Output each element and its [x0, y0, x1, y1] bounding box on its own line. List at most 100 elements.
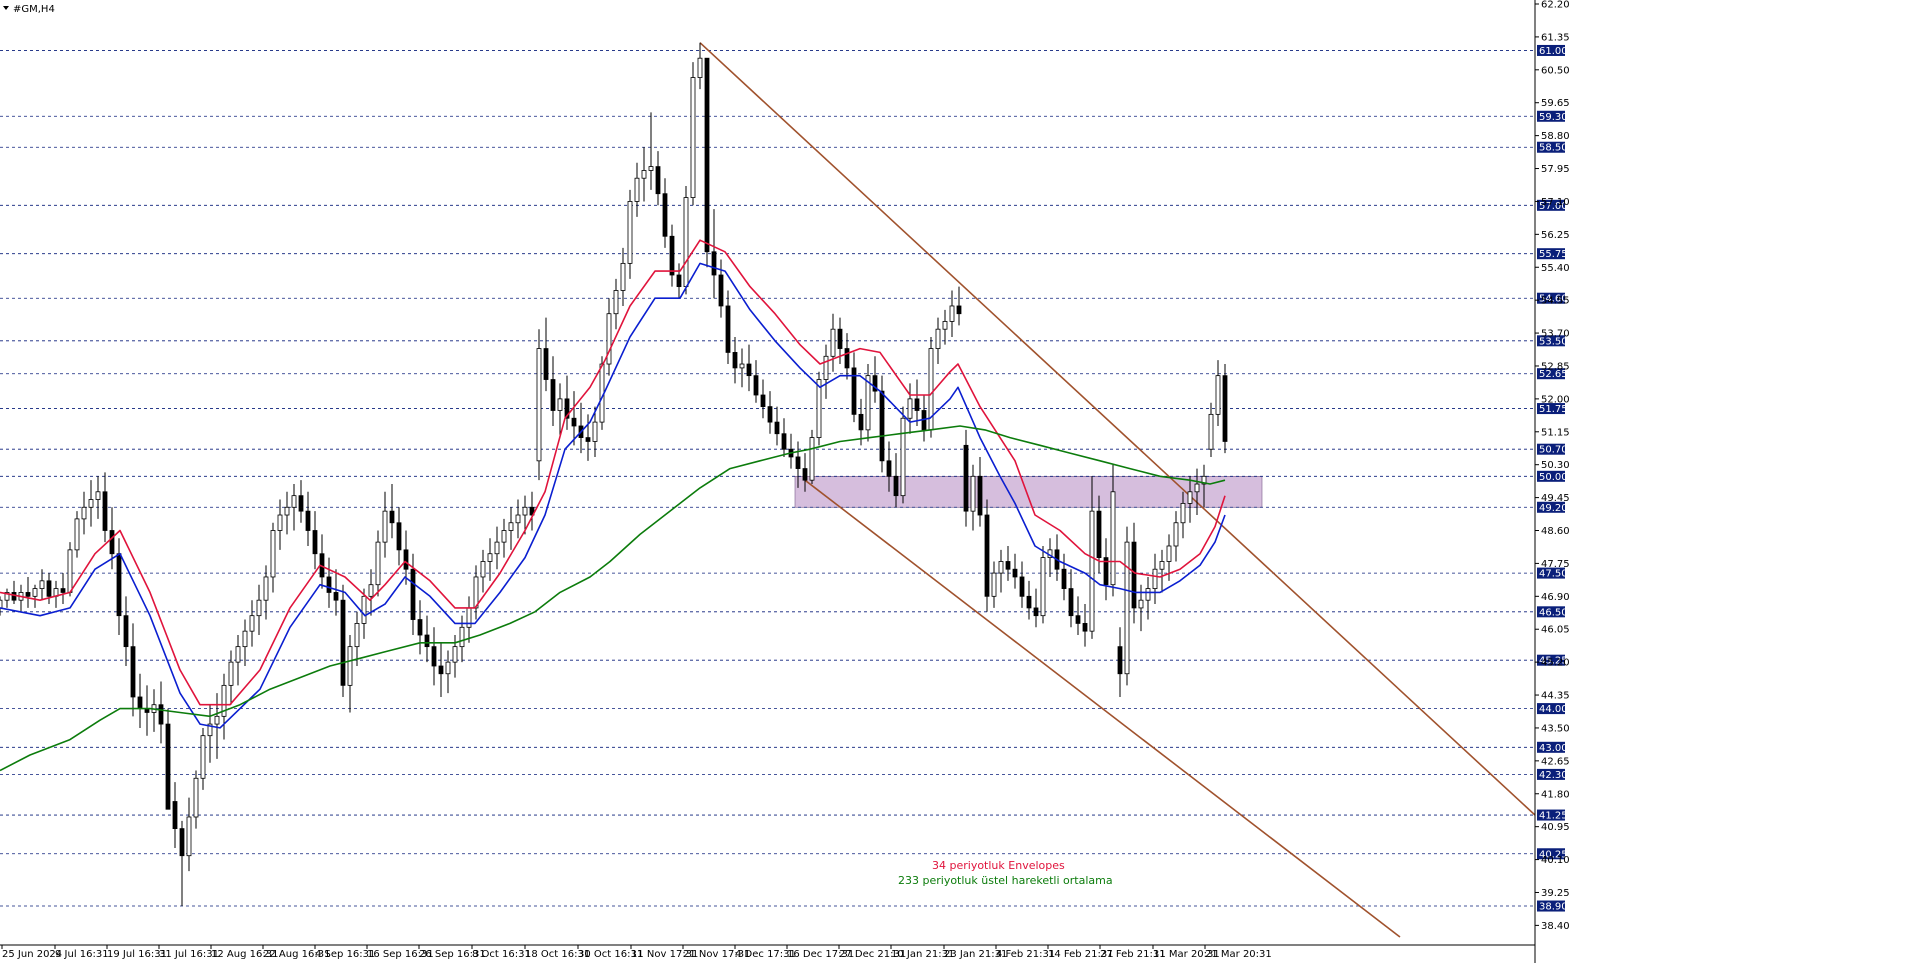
- candle-body: [11, 592, 17, 601]
- y-tick-label: 52.85: [1541, 361, 1570, 372]
- candle-body: [480, 561, 486, 578]
- y-tick-label: 60.50: [1541, 65, 1570, 76]
- dropdown-triangle-icon[interactable]: [3, 6, 9, 10]
- candle-body: [501, 530, 507, 543]
- candle-body: [466, 607, 472, 628]
- candle-body: [683, 197, 689, 288]
- candle-body: [508, 522, 514, 531]
- candle-body: [935, 328, 941, 349]
- chart-title: #GM,H4: [13, 4, 55, 15]
- candle-body: [326, 576, 332, 593]
- candle-body: [270, 530, 276, 578]
- candle-body: [620, 262, 626, 291]
- candle-body: [382, 510, 388, 543]
- candle-body: [305, 510, 311, 531]
- candle-body: [186, 816, 192, 857]
- candle-body: [25, 592, 31, 597]
- candle-body: [907, 398, 913, 419]
- candle-body: [431, 646, 437, 667]
- candle-body: [781, 433, 787, 450]
- envelope-upper-line: [0, 239, 1226, 706]
- candle-body: [158, 704, 164, 725]
- candle-body: [739, 363, 745, 369]
- candle-body: [858, 413, 864, 431]
- candle-body: [396, 522, 402, 551]
- candle-body: [837, 328, 843, 349]
- candle-body: [746, 363, 752, 377]
- y-tick-label: 38.40: [1541, 921, 1570, 932]
- annotation-ema: 233 periyotluk üstel hareketli ortalama: [898, 874, 1113, 887]
- candle-body: [1180, 503, 1186, 524]
- x-tick-label: 19 Jul 16:31: [107, 949, 167, 960]
- candles-layer: [0, 42, 1228, 907]
- candle-body: [284, 506, 290, 516]
- candle-body: [697, 57, 703, 78]
- candle-body: [655, 166, 661, 195]
- y-tick-label: 51.15: [1541, 427, 1570, 438]
- candle-body: [732, 352, 738, 369]
- candle-body: [165, 723, 171, 810]
- y-tick-label: 62.20: [1541, 0, 1570, 11]
- y-tick-label: 49.45: [1541, 493, 1570, 504]
- candle-body: [74, 518, 80, 551]
- y-tick-label: 42.65: [1541, 756, 1570, 767]
- title-block: #GM,H4: [3, 4, 55, 15]
- candle-body: [648, 166, 654, 171]
- candle-body: [613, 290, 619, 315]
- candle-body: [893, 475, 899, 497]
- y-tick-label: 58.80: [1541, 131, 1570, 142]
- candle-body: [102, 491, 108, 531]
- candle-body: [60, 588, 66, 593]
- y-tick-label: 53.70: [1541, 329, 1570, 340]
- candle-body: [767, 406, 773, 423]
- candle-body: [375, 541, 381, 586]
- level-label: 59.30: [1539, 112, 1568, 123]
- candle-body: [410, 568, 416, 620]
- candle-body: [704, 57, 710, 253]
- levels-layer: 61.0059.3058.5057.0055.7554.6053.5052.65…: [0, 44, 1568, 913]
- level-label: 43.00: [1539, 743, 1568, 754]
- y-tick-label: 55.40: [1541, 263, 1570, 274]
- candle-body: [949, 305, 955, 322]
- y-tick-label: 61.35: [1541, 32, 1570, 43]
- candle-body: [571, 417, 577, 427]
- candle-body: [137, 696, 143, 709]
- chart-root: 61.00 59.30 58.50 57.00 55.75 54.60 53.50 52.65…: [0, 0, 1916, 963]
- candle-body: [718, 274, 724, 307]
- candle-body: [179, 828, 185, 857]
- candle-body: [1222, 375, 1228, 442]
- candle-body: [291, 495, 297, 508]
- candle-body: [445, 661, 451, 675]
- candle-body: [984, 514, 990, 597]
- axis-layer: 62.20 61.35 60.50 59.65 58.80 57.95 57.10 56.25…: [0, 0, 1570, 963]
- candle-body: [1019, 576, 1025, 597]
- candle-body: [1159, 561, 1165, 570]
- candle-body: [1040, 557, 1046, 617]
- x-tick-label: 4 Feb 21:31: [996, 949, 1055, 960]
- candle-body: [725, 305, 731, 353]
- candle-body: [452, 646, 458, 663]
- y-tick-label: 44.35: [1541, 691, 1570, 702]
- level-label: 47.50: [1539, 569, 1568, 580]
- candle-body: [263, 576, 269, 601]
- level-label: 49.20: [1539, 503, 1568, 514]
- candle-body: [1005, 561, 1011, 570]
- candle-body: [1012, 568, 1018, 578]
- candle-body: [249, 615, 255, 632]
- candle-body: [991, 572, 997, 597]
- candle-body: [970, 475, 976, 512]
- candle-body: [312, 530, 318, 555]
- candle-body: [235, 646, 241, 663]
- candle-body: [676, 274, 682, 288]
- candle-body: [774, 421, 780, 435]
- level-label: 50.70: [1539, 445, 1568, 456]
- candle-body: [809, 437, 815, 481]
- y-tick-label: 40.10: [1541, 855, 1570, 866]
- level-label: 38.90: [1539, 902, 1568, 913]
- chart-svg: 61.0059.3058.5057.0055.7554.6053.5052.65…: [0, 0, 1570, 963]
- candle-body: [1068, 588, 1074, 617]
- candle-body: [494, 541, 500, 555]
- candle-body: [627, 201, 633, 264]
- x-tick-label: 9 Jul 16:31: [55, 949, 109, 960]
- candle-body: [963, 444, 969, 512]
